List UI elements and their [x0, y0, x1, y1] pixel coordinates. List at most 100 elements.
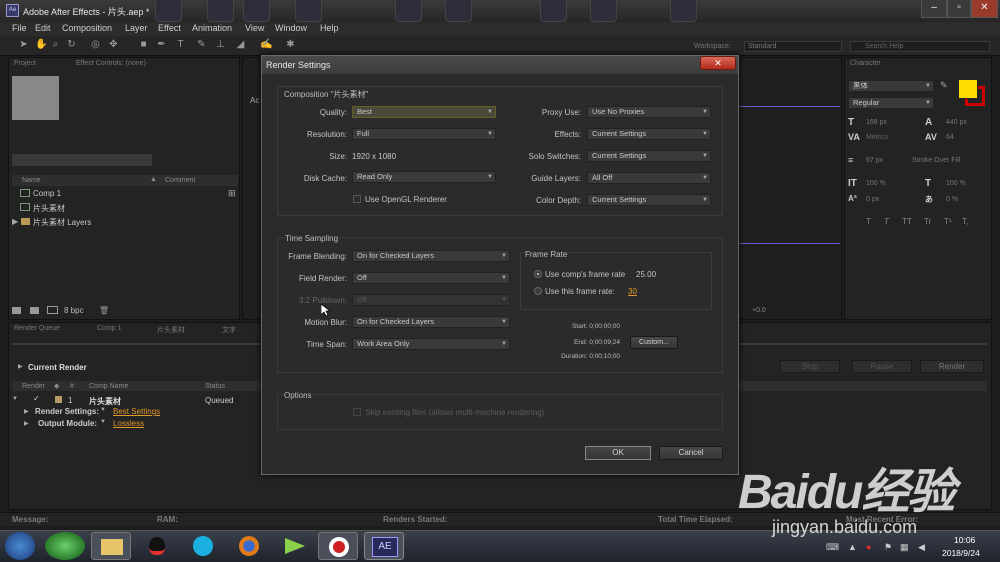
small-caps-button[interactable]: Tr	[924, 217, 931, 226]
tsume-value[interactable]: 0 %	[946, 196, 958, 203]
flowchart-icon[interactable]: ⊞	[228, 188, 236, 199]
fill-color-front[interactable]	[958, 79, 978, 99]
taskbar-media-icon[interactable]	[275, 532, 315, 560]
tab-effect-controls[interactable]: Effect Controls: (none)	[76, 60, 146, 67]
faux-italic-button[interactable]: T	[884, 217, 889, 226]
selection-tool-icon[interactable]: ➤	[18, 39, 29, 50]
kerning-value[interactable]: Metrics	[866, 134, 889, 141]
field-render-select[interactable]: Off ▼	[352, 272, 510, 284]
all-caps-button[interactable]: TT	[902, 217, 912, 226]
column-render[interactable]: Render	[22, 383, 45, 390]
taskbar-thumb-5[interactable]	[395, 0, 422, 22]
ok-button[interactable]: OK	[585, 446, 651, 460]
column-comment[interactable]: Comment	[165, 177, 195, 184]
workspace-select[interactable]: Standard	[744, 41, 842, 52]
tab-comp1[interactable]: Comp 1	[97, 325, 122, 332]
expand-arrow-icon[interactable]: ▼	[12, 396, 18, 402]
keyboard-icon[interactable]: ⌨	[826, 542, 839, 553]
menu-edit[interactable]: Edit	[35, 23, 51, 33]
interpret-footage-icon[interactable]	[12, 307, 21, 314]
hand-tool-icon[interactable]: ✋	[35, 39, 47, 50]
bit-depth-label[interactable]: 8 bpc	[64, 306, 84, 315]
volume-icon[interactable]: ◀	[918, 542, 925, 553]
menu-file[interactable]: File	[12, 23, 27, 33]
taskbar-recorder-icon[interactable]	[318, 532, 358, 560]
font-family-select[interactable]: 黑体 ▼	[848, 80, 934, 92]
label-color-swatch[interactable]	[55, 396, 62, 403]
roto-brush-tool-icon[interactable]: ✍	[260, 39, 272, 50]
proxy-use-select[interactable]: Use No Proxies ▼	[587, 106, 711, 118]
taskbar-qq-icon[interactable]	[137, 532, 177, 560]
tab-project[interactable]: Project	[14, 60, 36, 67]
chevron-down-icon[interactable]: ▼	[100, 419, 106, 425]
column-number[interactable]: #	[70, 383, 74, 390]
resolution-select[interactable]: Full ▼	[352, 128, 496, 140]
frame-blending-select[interactable]: On for Checked Layers ▼	[352, 250, 510, 262]
menu-effect[interactable]: Effect	[158, 23, 181, 33]
eyedropper-icon[interactable]: ✎	[940, 80, 948, 91]
taskbar-thumb-3[interactable]	[243, 0, 270, 22]
font-style-select[interactable]: Regular ▼	[848, 97, 934, 109]
menu-animation[interactable]: Animation	[192, 23, 232, 33]
expand-arrow-icon[interactable]: ▶	[18, 363, 23, 370]
network-icon[interactable]: ▦	[900, 542, 909, 553]
menu-help[interactable]: Help	[320, 23, 339, 33]
menu-view[interactable]: View	[245, 23, 264, 33]
menu-composition[interactable]: Composition	[62, 23, 112, 33]
expand-arrow-icon[interactable]: ▶	[12, 217, 18, 226]
tab-render-queue[interactable]: Render Queue	[14, 325, 60, 332]
taskbar-firefox-icon[interactable]	[229, 532, 269, 560]
subscript-button[interactable]: T,	[962, 217, 968, 226]
guide-layers-select[interactable]: All Off ▼	[587, 172, 711, 184]
flag-icon[interactable]: ⚑	[884, 542, 892, 553]
puppet-tool-icon[interactable]: ✱	[285, 39, 296, 50]
project-item-layers-folder[interactable]: 片头素材 Layers	[33, 217, 91, 228]
trash-icon[interactable]: 🗑	[99, 306, 109, 315]
pen-tool-icon[interactable]: ✒	[156, 39, 167, 50]
stroke-type-select[interactable]: Stroke Over Fill	[912, 157, 960, 164]
qq-tray-icon[interactable]: ●	[866, 542, 871, 552]
taskbar-thumb-8[interactable]	[590, 0, 617, 22]
tab-text-comp[interactable]: 文字	[222, 325, 236, 335]
menu-window[interactable]: Window	[275, 23, 307, 33]
stop-button[interactable]: Stop	[780, 360, 840, 373]
font-size-value[interactable]: 168 px	[866, 119, 887, 126]
tracking-value[interactable]: 64	[946, 134, 954, 141]
baseline-shift-value[interactable]: 0 px	[866, 196, 879, 203]
clock-date[interactable]: 2018/9/24	[942, 548, 980, 558]
column-name[interactable]: Name	[22, 177, 41, 184]
render-button[interactable]: Render	[920, 360, 984, 373]
output-module-link[interactable]: Lossless	[113, 419, 144, 428]
faux-bold-button[interactable]: T	[866, 217, 871, 226]
use-this-rate-radio[interactable]	[534, 287, 542, 295]
maximize-button[interactable]: ▫	[947, 0, 971, 18]
stroke-width-value[interactable]: 67 px	[866, 157, 883, 164]
project-item-comp1[interactable]: Comp 1	[33, 189, 61, 198]
custom-time-span-button[interactable]: Custom...	[630, 336, 678, 349]
color-depth-select[interactable]: Current Settings ▼	[587, 194, 711, 206]
render-checkbox-checked-icon[interactable]: ✓	[33, 394, 40, 403]
quality-select[interactable]: Best ▼	[352, 106, 496, 118]
taskbar-explorer-icon[interactable]	[91, 532, 131, 560]
new-folder-icon[interactable]	[30, 307, 39, 314]
taskbar-thumb-6[interactable]	[445, 0, 472, 22]
motion-blur-select[interactable]: On for Checked Layers ▼	[352, 316, 510, 328]
taskbar-thumb-2[interactable]	[207, 0, 234, 22]
solo-switches-select[interactable]: Current Settings ▼	[587, 150, 711, 162]
type-tool-icon[interactable]: T	[175, 39, 186, 50]
search-help-input[interactable]: Search Help	[850, 41, 990, 52]
close-window-button[interactable]: ✕	[971, 0, 998, 18]
minimize-button[interactable]: –	[921, 0, 947, 18]
taskbar-thumb-4[interactable]	[295, 0, 322, 22]
leading-value[interactable]: 440 px	[946, 119, 967, 126]
clone-stamp-tool-icon[interactable]: ⊥	[215, 39, 226, 50]
brush-tool-icon[interactable]: ✎	[196, 39, 207, 50]
project-search-input[interactable]	[12, 154, 152, 166]
column-status[interactable]: Status	[205, 383, 225, 390]
vertical-scale-value[interactable]: 100 %	[866, 180, 886, 187]
horizontal-scale-value[interactable]: 100 %	[946, 180, 966, 187]
dialog-close-button[interactable]: ✕	[700, 56, 736, 70]
taskbar-thumb-9[interactable]	[670, 0, 697, 22]
opengl-checkbox[interactable]	[353, 195, 361, 203]
menu-layer[interactable]: Layer	[125, 23, 148, 33]
